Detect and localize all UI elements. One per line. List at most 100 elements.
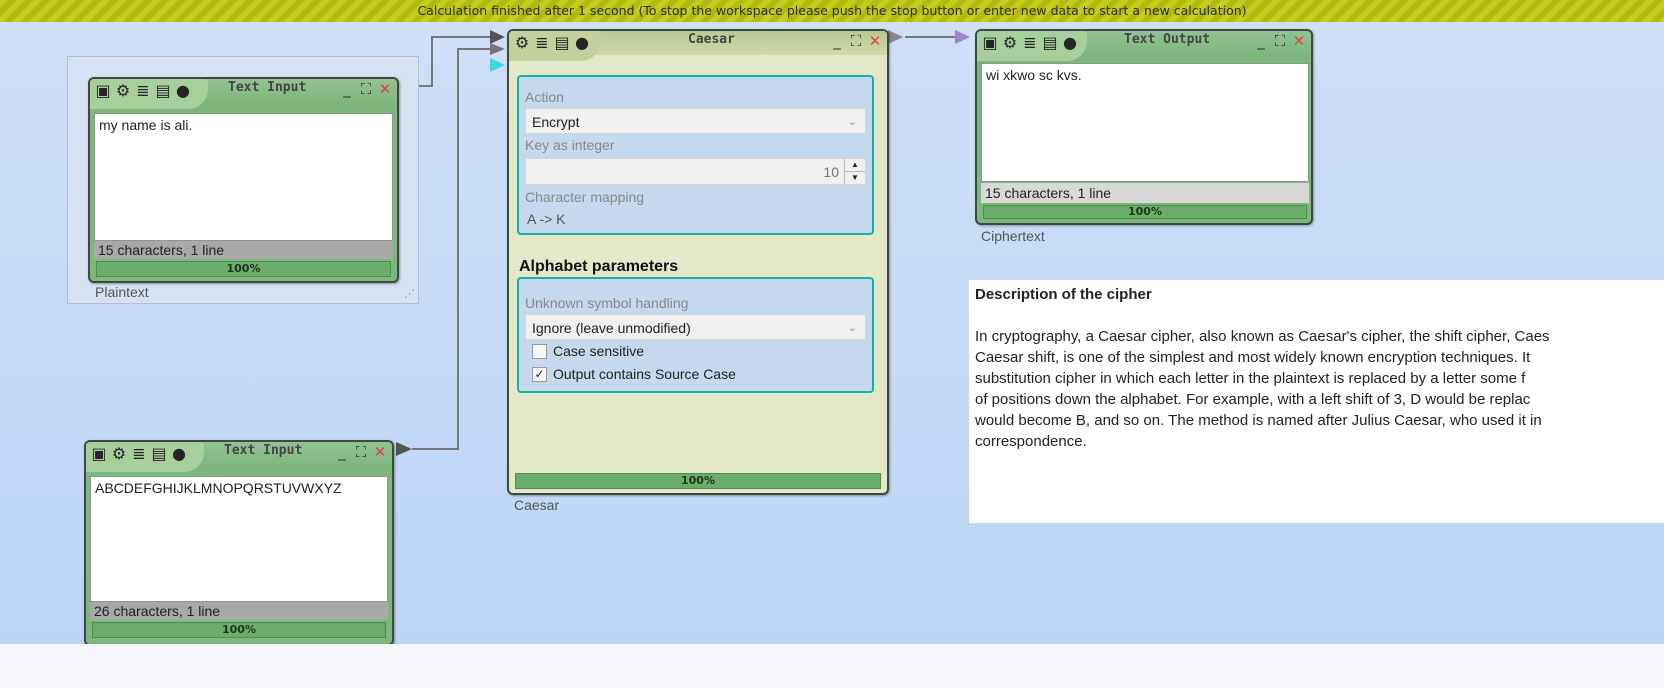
help-bubble-icon[interactable]: ●	[170, 445, 188, 463]
unknown-symbol-value: Ignore (leave unmodified)	[532, 320, 691, 336]
minimize-icon[interactable]: _	[829, 33, 845, 49]
toolbar-icons: ⚙ ≣ ▤ ●	[513, 34, 591, 52]
minimize-icon[interactable]: _	[339, 81, 355, 97]
mapping-value: A -> K	[527, 211, 566, 227]
cipher-description-panel: Description of the cipher In cryptograph…	[969, 280, 1664, 523]
alphabet-settings-group: Unknown symbol handling Ignore (leave un…	[517, 277, 874, 393]
alphabet-text-input-window[interactable]: ▣ ⚙ ≣ ▤ ● Text Input _ ⛶ ✕ ABCDEFGHIJKLM…	[84, 440, 394, 646]
clipboard-icon[interactable]: ▤	[1041, 34, 1059, 52]
maximize-icon[interactable]: ⛶	[848, 33, 864, 49]
description-line: of positions down the alphabet. For exam…	[975, 391, 1531, 408]
description-line: correspondence.	[975, 433, 1087, 450]
close-icon[interactable]: ✕	[1291, 33, 1307, 49]
image-icon[interactable]: ▣	[981, 34, 999, 52]
key-value: 10	[823, 164, 839, 180]
action-label: Action	[525, 89, 564, 105]
image-icon[interactable]: ▣	[94, 82, 112, 100]
gear-icon[interactable]: ⚙	[110, 445, 128, 463]
input-arrow-alphabet	[490, 43, 505, 55]
maximize-icon[interactable]: ⛶	[358, 81, 374, 97]
window-title: Text Input	[228, 80, 307, 95]
info-bar: 15 characters, 1 line	[981, 183, 1309, 203]
chevron-down-icon: ⌄	[847, 322, 857, 334]
window-controls: _ ⛶ ✕	[829, 33, 883, 49]
clipboard-icon[interactable]: ▤	[553, 34, 571, 52]
plaintext-textarea[interactable]: my name is ali.	[94, 113, 393, 241]
gear-icon[interactable]: ⚙	[1001, 34, 1019, 52]
unknown-symbol-select[interactable]: Ignore (leave unmodified) ⌄	[525, 314, 866, 340]
help-bubble-icon[interactable]: ●	[174, 82, 192, 100]
bottom-strip	[0, 644, 1664, 688]
alphabet-output-arrow	[396, 442, 412, 456]
ciphertext-caption: Ciphertext	[981, 228, 1045, 244]
clipboard-icon[interactable]: ▤	[154, 82, 172, 100]
progress-bar: 100%	[515, 473, 881, 489]
case-sensitive-label: Case sensitive	[553, 343, 645, 359]
status-message: Calculation finished after 1 second (To …	[417, 3, 1247, 18]
minimize-icon[interactable]: _	[334, 444, 350, 460]
clipboard-icon[interactable]: ▤	[150, 445, 168, 463]
window-controls: _ ⛶ ✕	[339, 81, 393, 97]
window-title: Caesar	[688, 32, 735, 47]
case-sensitive-checkbox[interactable]	[532, 344, 547, 359]
caesar-output-arrow	[888, 30, 903, 44]
close-icon[interactable]: ✕	[867, 33, 883, 49]
list-icon[interactable]: ≣	[130, 445, 148, 463]
close-icon[interactable]: ✕	[372, 444, 388, 460]
chevron-down-icon: ⌄	[847, 116, 857, 128]
list-icon[interactable]: ≣	[1021, 34, 1039, 52]
description-line: substitution cipher in which each letter…	[975, 370, 1526, 387]
minimize-icon[interactable]: _	[1253, 33, 1269, 49]
list-icon[interactable]: ≣	[533, 34, 551, 52]
window-controls: _ ⛶ ✕	[334, 444, 388, 460]
toolbar-icons: ▣ ⚙ ≣ ▤ ●	[94, 82, 192, 100]
text-output-window[interactable]: ▣ ⚙ ≣ ▤ ● Text Output _ ⛶ ✕ wi xkwo sc k…	[975, 29, 1313, 225]
gear-icon[interactable]: ⚙	[114, 82, 132, 100]
close-icon[interactable]: ✕	[377, 81, 393, 97]
maximize-icon[interactable]: ⛶	[1272, 33, 1288, 49]
toolbar-icons: ▣ ⚙ ≣ ▤ ●	[981, 34, 1079, 52]
spin-down-icon[interactable]: ▼	[845, 172, 865, 184]
alphabet-textarea[interactable]: ABCDEFGHIJKLMNOPQRSTUVWXYZ	[90, 476, 388, 602]
window-controls: _ ⛶ ✕	[1253, 33, 1307, 49]
info-bar: 26 characters, 1 line	[90, 602, 388, 620]
description-line: In cryptography, a Caesar cipher, also k…	[975, 328, 1550, 345]
mapping-label: Character mapping	[525, 189, 645, 205]
alphabet-heading: Alphabet parameters	[519, 258, 679, 275]
image-icon[interactable]: ▣	[90, 445, 108, 463]
gear-icon[interactable]: ⚙	[513, 34, 531, 52]
caesar-caption: Caesar	[514, 497, 560, 513]
caesar-window[interactable]: ⚙ ≣ ▤ ● Caesar _ ⛶ ✕ Action Encrypt ⌄ Ke…	[507, 29, 889, 495]
description-line: Caesar shift, is one of the simplest and…	[975, 349, 1531, 366]
progress-bar: 100%	[96, 261, 391, 277]
spin-up-icon[interactable]: ▲	[845, 159, 865, 172]
progress-bar: 100%	[92, 622, 386, 638]
output-input-arrow	[955, 30, 970, 44]
plaintext-caption: Plaintext	[95, 284, 149, 300]
window-title: Text Output	[1124, 32, 1211, 47]
resize-grip-icon[interactable]: ⋰	[404, 287, 415, 300]
key-label: Key as integer	[525, 137, 615, 153]
plaintext-text-input-window[interactable]: ▣ ⚙ ≣ ▤ ● Text Input _ ⛶ ✕ my name is al…	[88, 77, 399, 283]
list-icon[interactable]: ≣	[134, 82, 152, 100]
action-value: Encrypt	[532, 114, 580, 130]
progress-bar: 100%	[983, 205, 1307, 219]
input-arrow-text	[490, 30, 505, 44]
unknown-symbol-label: Unknown symbol handling	[525, 295, 689, 311]
help-bubble-icon[interactable]: ●	[1061, 34, 1079, 52]
status-bar: Calculation finished after 1 second (To …	[0, 0, 1664, 22]
source-case-label: Output contains Source Case	[553, 366, 736, 382]
connection-alphabet-caesar	[412, 48, 490, 450]
action-select[interactable]: Encrypt ⌄	[525, 108, 866, 134]
source-case-checkbox[interactable]: ✓	[532, 367, 547, 382]
toolbar-icons: ▣ ⚙ ≣ ▤ ●	[90, 445, 188, 463]
connection-plaintext-caesar	[416, 36, 490, 87]
cipher-settings-group: Action Encrypt ⌄ Key as integer 10 ▲ ▼ C…	[517, 75, 874, 235]
spinner-buttons: ▲ ▼	[844, 159, 865, 184]
maximize-icon[interactable]: ⛶	[353, 444, 369, 460]
window-title: Text Input	[224, 443, 303, 458]
key-spinner[interactable]: 10 ▲ ▼	[525, 158, 866, 185]
output-textarea[interactable]: wi xkwo sc kvs.	[981, 63, 1309, 182]
help-bubble-icon[interactable]: ●	[573, 34, 591, 52]
description-heading: Description of the cipher	[975, 286, 1152, 303]
